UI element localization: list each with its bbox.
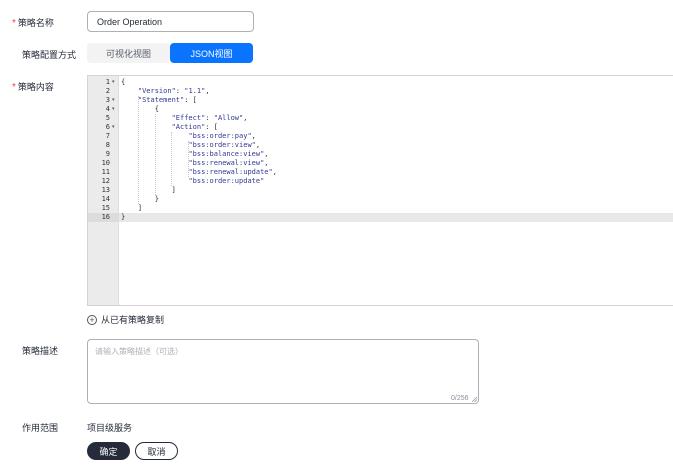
fold-arrow-icon[interactable]: ▾ — [112, 105, 115, 114]
scope-value: 项目级服务 — [87, 423, 133, 433]
add-circle-icon: + — [87, 314, 97, 325]
code-line: "bss:order:pay", — [188, 132, 256, 140]
line-number: 13 — [101, 186, 110, 194]
code-line: } — [121, 213, 126, 221]
line-number: 15 — [101, 204, 110, 212]
required-mark: * — [12, 82, 16, 93]
required-mark: * — [12, 18, 16, 29]
code-line: ] — [121, 186, 176, 194]
line-number: 16 — [101, 213, 110, 221]
policy-description-textarea[interactable] — [87, 339, 479, 404]
line-number: 10 — [101, 159, 110, 167]
fold-arrow-icon[interactable]: ▾ — [112, 123, 115, 132]
line-number: 8 — [105, 141, 110, 149]
line-number: 1 — [105, 78, 110, 86]
policy-name-input[interactable] — [87, 11, 254, 32]
copy-from-existing-link[interactable]: + 从已有策略复制 — [87, 313, 164, 326]
code-line: ] — [121, 204, 143, 212]
resize-grip-icon[interactable] — [471, 396, 477, 402]
policy-description-label: 策略描述 — [22, 346, 59, 356]
line-number: 5 — [105, 114, 110, 122]
cancel-button[interactable]: 取消 — [135, 442, 178, 460]
visual-view-tab[interactable]: 可视化视图 — [87, 43, 170, 63]
line-number: 11 — [101, 168, 110, 176]
code-line: "Statement": [ — [137, 96, 197, 104]
code-line: "Version": "1.1", — [137, 87, 210, 95]
code-line: "Action": [ — [171, 123, 218, 131]
code-line: "bss:order:view", — [188, 141, 261, 149]
policy-name-label: * 策略名称 — [12, 16, 54, 29]
policy-content-label: * 策略内容 — [12, 80, 54, 93]
code-line: "Effect": "Allow", — [171, 114, 248, 122]
line-number: 9 — [105, 150, 110, 158]
scope-label: 作用范围 — [22, 423, 59, 433]
line-number: 7 — [105, 132, 110, 140]
fold-arrow-icon[interactable]: ▾ — [112, 96, 115, 105]
json-code-editor[interactable]: 1 ▾ 2 3 ▾ 4 ▾ 5 6 ▾ 7 8 9 10 11 12 13 14 15 16 { "Version":… — [87, 75, 673, 306]
line-number: 12 — [101, 177, 110, 185]
policy-content-label-text: 策略内容 — [17, 82, 54, 92]
line-number: 3 — [105, 96, 110, 104]
config-mode-label: 策略配置方式 — [22, 50, 77, 60]
copy-from-existing-label: 从已有策略复制 — [101, 315, 165, 325]
code-line: "bss:order:update" — [188, 177, 265, 185]
line-number: 14 — [101, 195, 110, 203]
code-line: } — [121, 195, 159, 203]
fold-arrow-icon[interactable]: ▾ — [112, 78, 115, 87]
json-view-tab[interactable]: JSON视图 — [170, 43, 253, 63]
line-number: 4 — [105, 105, 110, 113]
line-number: 6 — [105, 123, 110, 131]
editor-gutter: 1 ▾ 2 3 ▾ 4 ▾ 5 6 ▾ 7 8 9 10 11 12 13 14 15 16 — [88, 76, 119, 305]
policy-name-label-text: 策略名称 — [17, 18, 54, 28]
code-line: "bss:renewal:update", — [188, 168, 277, 176]
view-mode-toggle: 可视化视图 JSON视图 — [87, 43, 253, 63]
line-number: 2 — [105, 87, 110, 95]
description-char-counter: 0/256 — [451, 395, 469, 402]
code-line: { — [121, 105, 159, 113]
code-line: { — [121, 78, 126, 86]
code-line: "bss:balance:view", — [188, 150, 269, 158]
code-line: "bss:renewal:view", — [188, 159, 269, 167]
confirm-button[interactable]: 确定 — [87, 442, 130, 460]
editor-code-area[interactable]: { "Version": "1.1", "Statement": [ { "Ef… — [119, 76, 673, 305]
